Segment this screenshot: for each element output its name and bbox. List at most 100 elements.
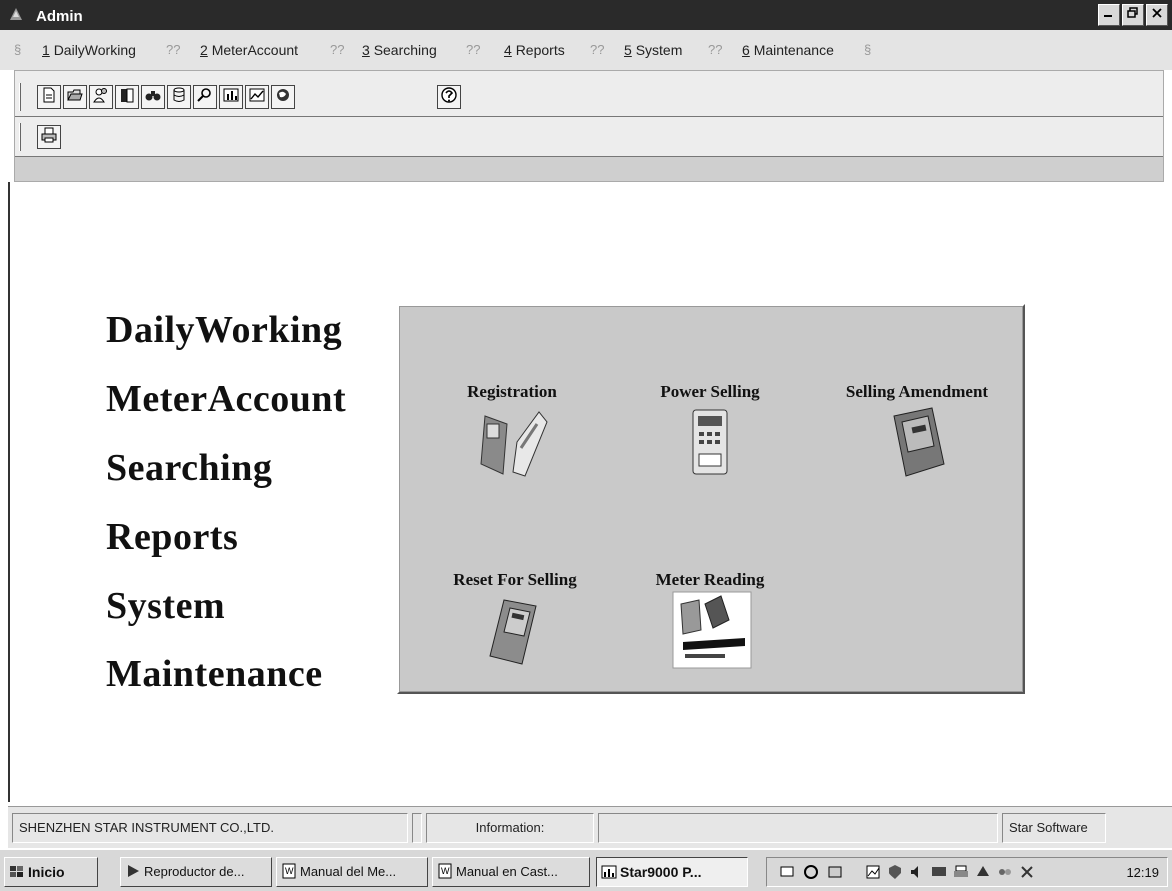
tray-connection-icon[interactable]: [997, 864, 1013, 880]
module-label-searching[interactable]: Searching: [106, 446, 272, 490]
module-label-dailyworking[interactable]: DailyWorking: [106, 308, 342, 352]
task-manual-en-cast[interactable]: W Manual en Cast...: [432, 857, 590, 887]
start-label: Inicio: [28, 864, 65, 880]
meter-card-icon: [480, 411, 548, 477]
toolbar-bottom-strip: [15, 157, 1163, 181]
status-information-label: Information:: [426, 813, 594, 843]
status-brand: Star Software: [1002, 813, 1106, 843]
tray-browser-icon[interactable]: [803, 864, 819, 880]
window-title-bar[interactable]: Admin: [0, 0, 1172, 30]
tray-chart-icon[interactable]: [865, 864, 881, 880]
meter-box-icon: [893, 407, 945, 477]
binoculars-button[interactable]: [141, 85, 165, 109]
selling-amendment-tile[interactable]: Selling Amendment: [825, 382, 1009, 487]
window-title: Admin: [36, 8, 83, 25]
chart-button[interactable]: [219, 85, 243, 109]
status-company: SHENZHEN STAR INSTRUMENT CO.,LTD.: [12, 813, 408, 843]
print-icon: [41, 127, 57, 143]
print-button[interactable]: [37, 125, 61, 149]
menu-meteraccount[interactable]: 2 MeterAccount: [200, 42, 298, 58]
tray-network-icon[interactable]: [779, 864, 795, 880]
taskbar-clock[interactable]: 12:19: [1126, 865, 1159, 880]
toolbar-area: [14, 70, 1164, 182]
menu-edge-glyph: §: [864, 42, 872, 57]
tray-volume-icon[interactable]: [909, 864, 925, 880]
print-toolbar: [15, 117, 1163, 157]
minimize-button[interactable]: [1098, 4, 1120, 26]
main-toolbar: [15, 77, 1163, 117]
help-button[interactable]: [437, 85, 461, 109]
meter-keypad-icon: [692, 409, 728, 475]
zoom-icon: [197, 88, 211, 102]
globe-icon: [277, 89, 289, 101]
media-player-icon: [128, 865, 139, 877]
restore-button[interactable]: [1122, 4, 1144, 26]
menu-separator: ??: [466, 42, 481, 57]
reset-for-selling-tile[interactable]: Reset For Selling: [427, 570, 603, 675]
menu-bar: § 1 DailyWorking ?? 2 MeterAccount ?? 3 …: [0, 30, 1172, 70]
meter-reading-icon: [672, 591, 752, 669]
module-label-meteraccount[interactable]: MeterAccount: [106, 377, 346, 421]
globe-button[interactable]: [271, 85, 295, 109]
tray-printer-icon[interactable]: [953, 864, 969, 880]
open-icon: [67, 89, 83, 101]
menu-separator: ??: [330, 42, 345, 57]
module-label-reports[interactable]: Reports: [106, 515, 238, 559]
restore-icon: [1127, 7, 1138, 18]
open-button[interactable]: [63, 85, 87, 109]
power-selling-tile[interactable]: Power Selling: [635, 382, 785, 487]
book-icon: [121, 88, 134, 103]
close-button[interactable]: [1146, 4, 1168, 26]
star9000-app-icon: [601, 865, 617, 879]
taskbar: Inicio Reproductor de... W Manual del Me.…: [0, 848, 1172, 891]
meter-reading-label: Meter Reading: [655, 570, 765, 589]
power-selling-label: Power Selling: [660, 382, 760, 401]
function-panel: Registration Power Selling Selling Amend…: [397, 304, 1025, 694]
users-button[interactable]: [89, 85, 113, 109]
menu-separator: ??: [166, 42, 181, 57]
close-icon: [1152, 8, 1162, 18]
meter-reading-tile[interactable]: Meter Reading: [635, 570, 785, 675]
task-star9000[interactable]: Star9000 P...: [596, 857, 748, 887]
task-reproductor[interactable]: Reproductor de...: [120, 857, 272, 887]
graph-button[interactable]: [245, 85, 269, 109]
chart-icon: [223, 88, 239, 102]
tray-shield-icon[interactable]: [887, 864, 903, 880]
help-icon: [441, 87, 457, 103]
status-divider: [412, 813, 422, 843]
book-button[interactable]: [115, 85, 139, 109]
database-button[interactable]: [167, 85, 191, 109]
menu-edge-glyph: §: [14, 42, 22, 57]
registration-tile[interactable]: Registration: [437, 382, 587, 487]
menu-dailyworking[interactable]: 1 DailyWorking: [42, 42, 136, 58]
graph-icon: [249, 88, 265, 102]
menu-reports[interactable]: 4 Reports: [504, 42, 565, 58]
new-button[interactable]: [37, 85, 61, 109]
menu-separator: ??: [590, 42, 605, 57]
system-tray: 12:19: [766, 857, 1168, 887]
word-doc-icon: W: [282, 863, 296, 879]
tray-desktop-icon[interactable]: [827, 864, 843, 880]
app-icon: [10, 8, 22, 20]
tray-antivirus-icon[interactable]: [1019, 864, 1035, 880]
binoculars-icon: [145, 91, 161, 101]
reset-for-selling-label: Reset For Selling: [453, 570, 577, 589]
toolbar-grip[interactable]: [19, 123, 21, 151]
module-label-system[interactable]: System: [106, 584, 225, 628]
tray-update-icon[interactable]: [975, 864, 991, 880]
module-label-maintenance[interactable]: Maintenance: [106, 652, 323, 696]
toolbar-grip[interactable]: [19, 83, 21, 111]
minimize-icon: [1104, 15, 1112, 17]
menu-system[interactable]: 5 System: [624, 42, 682, 58]
svg-text:W: W: [441, 866, 450, 876]
tray-display-icon[interactable]: [931, 864, 947, 880]
windows-logo-icon: [10, 866, 23, 877]
task-manual-del-me[interactable]: W Manual del Me...: [276, 857, 428, 887]
menu-maintenance[interactable]: 6 Maintenance: [742, 42, 834, 58]
status-information-value: [598, 813, 998, 843]
word-doc-icon: W: [438, 863, 452, 879]
zoom-button[interactable]: [193, 85, 217, 109]
start-button[interactable]: Inicio: [4, 857, 98, 887]
menu-searching[interactable]: 3 Searching: [362, 42, 437, 58]
svg-text:W: W: [285, 866, 294, 876]
